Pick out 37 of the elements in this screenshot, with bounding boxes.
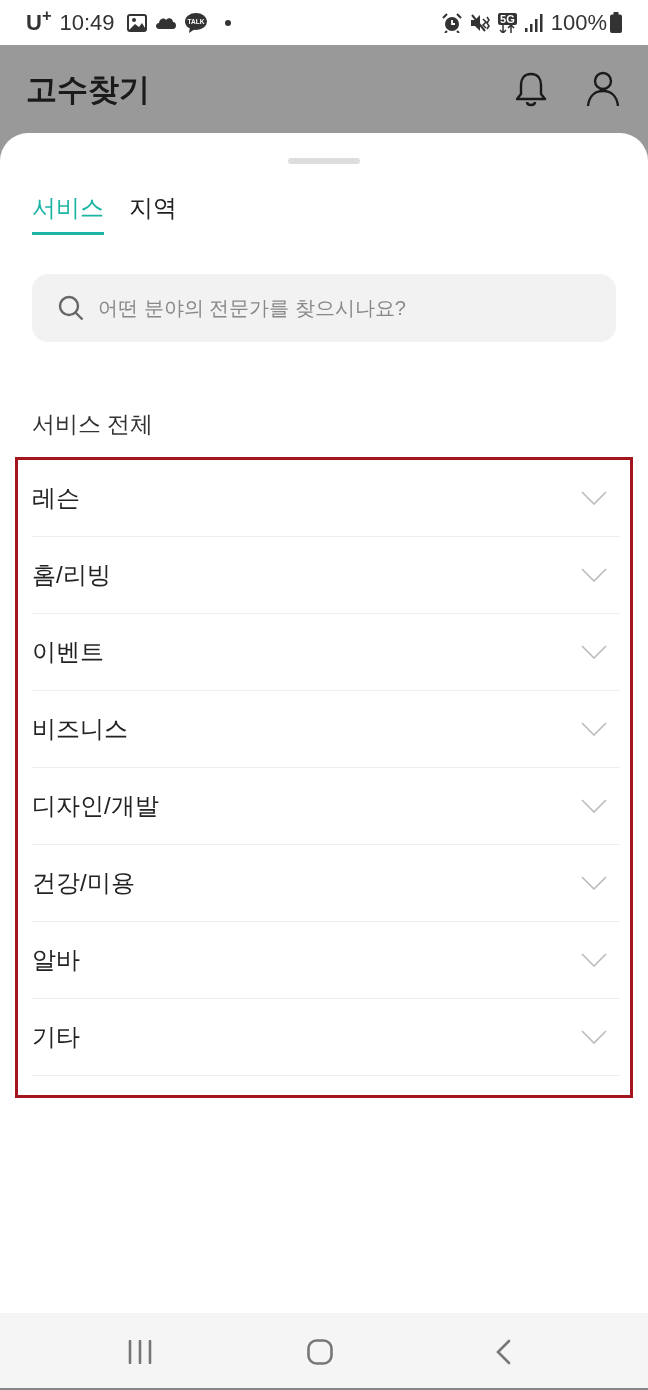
chevron-down-icon xyxy=(581,876,607,890)
category-row[interactable]: 이벤트 xyxy=(32,614,620,691)
notification-dot-icon xyxy=(224,19,231,26)
search-field[interactable]: 어떤 분야의 전문가를 찾으시나요? xyxy=(32,274,616,342)
battery-percent: 100% xyxy=(550,11,607,34)
chevron-down-icon xyxy=(581,953,607,967)
profile-person-icon[interactable] xyxy=(586,71,620,107)
signal-bars-icon xyxy=(524,13,543,32)
category-row[interactable]: 기타 xyxy=(32,999,620,1076)
search-icon xyxy=(58,295,84,321)
category-row[interactable]: 건강/미용 xyxy=(32,845,620,922)
category-row[interactable]: 알바 xyxy=(32,922,620,999)
recent-apps-icon[interactable] xyxy=(128,1340,152,1364)
sheet-drag-handle[interactable] xyxy=(288,158,360,164)
back-icon[interactable] xyxy=(495,1339,511,1365)
image-icon xyxy=(126,13,147,32)
muted-speaker-icon xyxy=(470,12,491,33)
chevron-down-icon xyxy=(581,799,607,813)
status-time: 10:49 xyxy=(59,11,115,34)
category-row[interactable]: 레슨 xyxy=(32,460,620,537)
tab[interactable]: 지역 xyxy=(129,192,177,235)
home-icon[interactable] xyxy=(307,1339,333,1365)
chevron-down-icon xyxy=(581,568,607,582)
notifications-bell-icon[interactable] xyxy=(514,71,548,107)
chevron-down-icon xyxy=(581,491,607,505)
category-row[interactable]: 비즈니스 xyxy=(32,691,620,768)
battery-icon xyxy=(610,12,622,33)
category-row[interactable]: 홈/리빙 xyxy=(32,537,620,614)
chevron-down-icon xyxy=(581,645,607,659)
chevron-down-icon xyxy=(581,722,607,736)
alarm-clock-icon xyxy=(442,12,463,33)
app-title: 고수찾기 xyxy=(26,73,150,105)
cloud-icon xyxy=(154,16,177,29)
chevron-down-icon xyxy=(581,1030,607,1044)
category-row[interactable]: 디자인/개발 xyxy=(32,768,620,845)
carrier-label: U$^{+}$ xyxy=(26,11,52,34)
section-title: 서비스 전체 xyxy=(32,410,154,438)
